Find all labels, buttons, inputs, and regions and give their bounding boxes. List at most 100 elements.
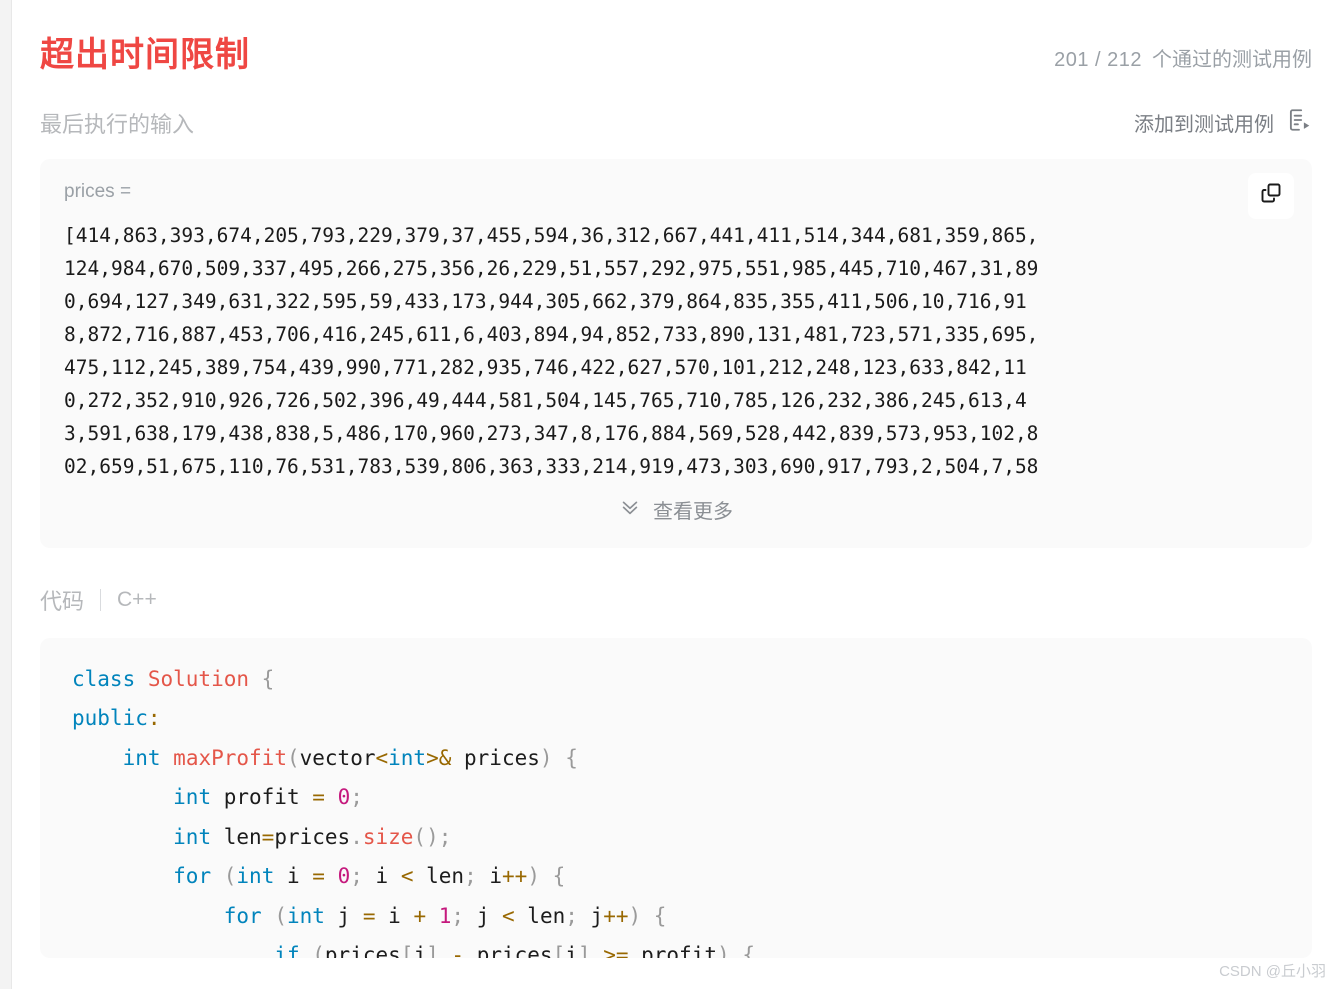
add-to-testcase-button[interactable]: 添加到测试用例 — [1134, 107, 1312, 139]
code-token: . — [350, 824, 363, 849]
code-token: size — [362, 824, 414, 849]
code-token: < — [502, 903, 515, 928]
code-token: < — [375, 745, 389, 770]
code-token: ++ — [502, 864, 528, 888]
code-token: 0 — [337, 785, 351, 809]
input-array-line: 475,112,245,389,754,439,990,771,282,935,… — [64, 355, 1027, 379]
code-token: + — [413, 903, 427, 928]
code-section-header: 代码 C++ — [40, 584, 1312, 616]
code-token: ; — [464, 864, 477, 888]
code-line: if (prices[j] - prices[i] >= profit) { — [72, 936, 1312, 958]
code-line: class Solution { — [72, 660, 1312, 700]
code-token: j — [464, 903, 502, 928]
input-array-line: 0,694,127,349,631,322,595,59,433,173,944… — [64, 289, 1027, 313]
code-header-divider — [100, 588, 102, 611]
last-input-panel: prices = [414,863,393,674,205,793,229,37… — [40, 158, 1312, 548]
code-token: len — [514, 903, 566, 928]
code-token: ] — [577, 943, 591, 958]
code-token: 0 — [337, 864, 351, 888]
code-token: ++ — [603, 903, 629, 928]
code-panel[interactable]: class Solution {public: int maxProfit(ve… — [40, 637, 1312, 958]
code-token: - — [451, 943, 465, 958]
code-token: ; — [350, 864, 363, 888]
input-array-value: [414,863,393,674,205,793,229,379,37,455,… — [64, 219, 1288, 483]
code-token: vector — [299, 745, 376, 770]
code-token: int — [122, 745, 161, 770]
code-token: len — [413, 864, 465, 888]
code-line: int profit = 0; — [72, 778, 1312, 818]
code-token: int — [286, 903, 325, 928]
code-token: ; — [565, 903, 578, 928]
code-token: ; — [438, 824, 452, 849]
code-token: ) — [717, 943, 730, 958]
code-token: if — [274, 943, 300, 958]
add-to-testcase-label: 添加到测试用例 — [1134, 114, 1274, 136]
code-token: i — [565, 943, 578, 958]
code-language-label: C++ — [117, 587, 157, 611]
code-token: profit — [211, 785, 313, 809]
code-token: : — [147, 706, 161, 730]
code-token: 1 — [438, 903, 452, 928]
input-array-line: 02,659,51,675,110,76,531,783,539,806,363… — [64, 454, 1039, 478]
code-token: { — [552, 864, 566, 888]
code-token: ) — [527, 864, 540, 888]
code-label: 代码 — [40, 588, 85, 614]
code-token: prices — [324, 943, 401, 958]
main-content: 超出时间限制 201 / 212 个通过的测试用例 最后执行的输入 添加到测试用例 — [40, 0, 1312, 958]
last-input-header: 最后执行的输入 添加到测试用例 — [40, 107, 1312, 139]
testcase-count: 201 / 212 — [1054, 49, 1142, 71]
page-left-edge — [0, 0, 12, 989]
code-token: { — [249, 666, 275, 691]
code-token: for — [173, 864, 212, 888]
code-line: for (int j = i + 1; j < len; j++) { — [72, 897, 1312, 937]
code-token: int — [236, 864, 275, 888]
code-line: int len=prices.size(); — [72, 818, 1312, 858]
verdict-title: 超出时间限制 — [40, 36, 250, 74]
code-line: public: — [72, 699, 1312, 739]
code-token: = — [312, 864, 325, 888]
testcase-summary: 201 / 212 个通过的测试用例 — [1054, 43, 1312, 76]
code-token: { — [742, 943, 755, 958]
copy-button[interactable] — [1248, 172, 1294, 219]
last-input-label: 最后执行的输入 — [40, 111, 195, 137]
input-array-line: [414,863,393,674,205,793,229,379,37,455,… — [64, 223, 1039, 247]
view-more-button[interactable]: 查看更多 — [64, 495, 1288, 538]
input-array-line: 3,591,638,179,438,838,5,486,170,960,273,… — [64, 421, 1039, 445]
code-token: >= — [603, 943, 629, 958]
code-token: int — [388, 745, 427, 770]
code-token: = — [261, 824, 275, 849]
code-token: int — [173, 785, 212, 809]
chevron-double-down-icon — [619, 495, 641, 523]
code-token: () — [413, 824, 439, 849]
watermark: CSDN @丘小羽 — [1219, 963, 1326, 980]
view-more-label: 查看更多 — [653, 500, 733, 523]
code-token: class — [72, 666, 148, 691]
code-token: = — [312, 785, 325, 809]
copy-icon — [1259, 181, 1283, 210]
code-token: prices — [464, 943, 553, 958]
code-token: { — [565, 745, 578, 770]
code-token: i — [362, 864, 401, 888]
testcase-count-suffix: 个通过的测试用例 — [1152, 49, 1312, 71]
code-token: i — [274, 864, 313, 888]
code-token: [ — [400, 943, 414, 958]
status-header: 超出时间限制 201 / 212 个通过的测试用例 — [40, 0, 1312, 77]
code-token: i — [375, 903, 414, 928]
code-token: < — [400, 864, 414, 888]
code-token: prices — [451, 745, 540, 770]
code-token: public — [72, 706, 148, 730]
code-token: j — [413, 943, 427, 958]
